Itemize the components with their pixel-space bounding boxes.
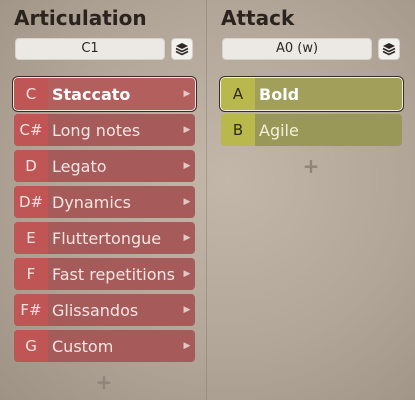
attack-item-bold[interactable]: A Bold (221, 78, 402, 110)
layers-icon (175, 42, 189, 56)
attack-add-button[interactable]: + (301, 156, 321, 176)
articulation-item-key: D (14, 150, 48, 182)
attack-item-label: Agile (259, 120, 299, 140)
attack-key-field[interactable]: A0 (w) (222, 38, 372, 60)
attack-list: A Bold B Agile (221, 78, 402, 150)
articulation-item-label: Legato (52, 156, 107, 176)
articulation-item-staccato[interactable]: C Staccato ▶ (14, 78, 195, 110)
articulation-add-button[interactable]: + (94, 372, 114, 392)
articulation-item-label: Fluttertongue (52, 228, 162, 248)
articulation-item-label: Fast repetitions (52, 264, 176, 284)
articulation-item-key: F# (14, 294, 48, 326)
column-divider (206, 0, 207, 400)
articulation-item-key: D# (14, 186, 48, 218)
articulation-item-fluttertongue[interactable]: E Fluttertongue ▶ (14, 222, 195, 254)
articulation-item-key: C# (14, 114, 48, 146)
articulation-title: Articulation (14, 6, 147, 30)
articulation-item-label: Dynamics (52, 192, 131, 212)
chevron-right-icon[interactable]: ▶ (179, 78, 195, 110)
attack-title: Attack (221, 6, 295, 30)
attack-item-key: A (221, 78, 255, 110)
chevron-right-icon[interactable]: ▶ (179, 222, 195, 254)
articulation-item-label: Glissandos (52, 300, 139, 320)
articulation-item-glissandos[interactable]: F# Glissandos ▶ (14, 294, 195, 326)
articulation-item-legato[interactable]: D Legato ▶ (14, 150, 195, 182)
articulation-item-custom[interactable]: G Custom ▶ (14, 330, 195, 362)
chevron-right-icon[interactable]: ▶ (179, 114, 195, 146)
articulation-item-fast-repetitions[interactable]: F Fast repetitions ▶ (14, 258, 195, 290)
chevron-right-icon[interactable]: ▶ (179, 294, 195, 326)
articulation-item-dynamics[interactable]: D# Dynamics ▶ (14, 186, 195, 218)
articulation-item-key: E (14, 222, 48, 254)
articulation-key-field[interactable]: C1 (15, 38, 165, 60)
articulation-item-label: Staccato (52, 84, 131, 104)
articulation-layers-button[interactable] (171, 38, 193, 60)
plus-icon: + (95, 370, 113, 394)
attack-layers-button[interactable] (378, 38, 400, 60)
articulation-item-label: Long notes (52, 120, 141, 140)
chevron-right-icon[interactable]: ▶ (179, 258, 195, 290)
layers-icon (382, 42, 396, 56)
attack-item-key: B (221, 114, 255, 146)
attack-item-agile[interactable]: B Agile (221, 114, 402, 146)
articulation-list: C Staccato ▶ C# Long notes ▶ D Legato ▶ … (14, 78, 195, 366)
articulation-item-key: G (14, 330, 48, 362)
chevron-right-icon[interactable]: ▶ (179, 150, 195, 182)
chevron-right-icon[interactable]: ▶ (179, 186, 195, 218)
articulation-item-key: F (14, 258, 48, 290)
articulation-item-long-notes[interactable]: C# Long notes ▶ (14, 114, 195, 146)
chevron-right-icon[interactable]: ▶ (179, 330, 195, 362)
attack-item-label: Bold (259, 84, 300, 104)
articulation-item-key: C (14, 78, 48, 110)
plus-icon: + (302, 154, 320, 178)
articulation-item-label: Custom (52, 336, 114, 356)
